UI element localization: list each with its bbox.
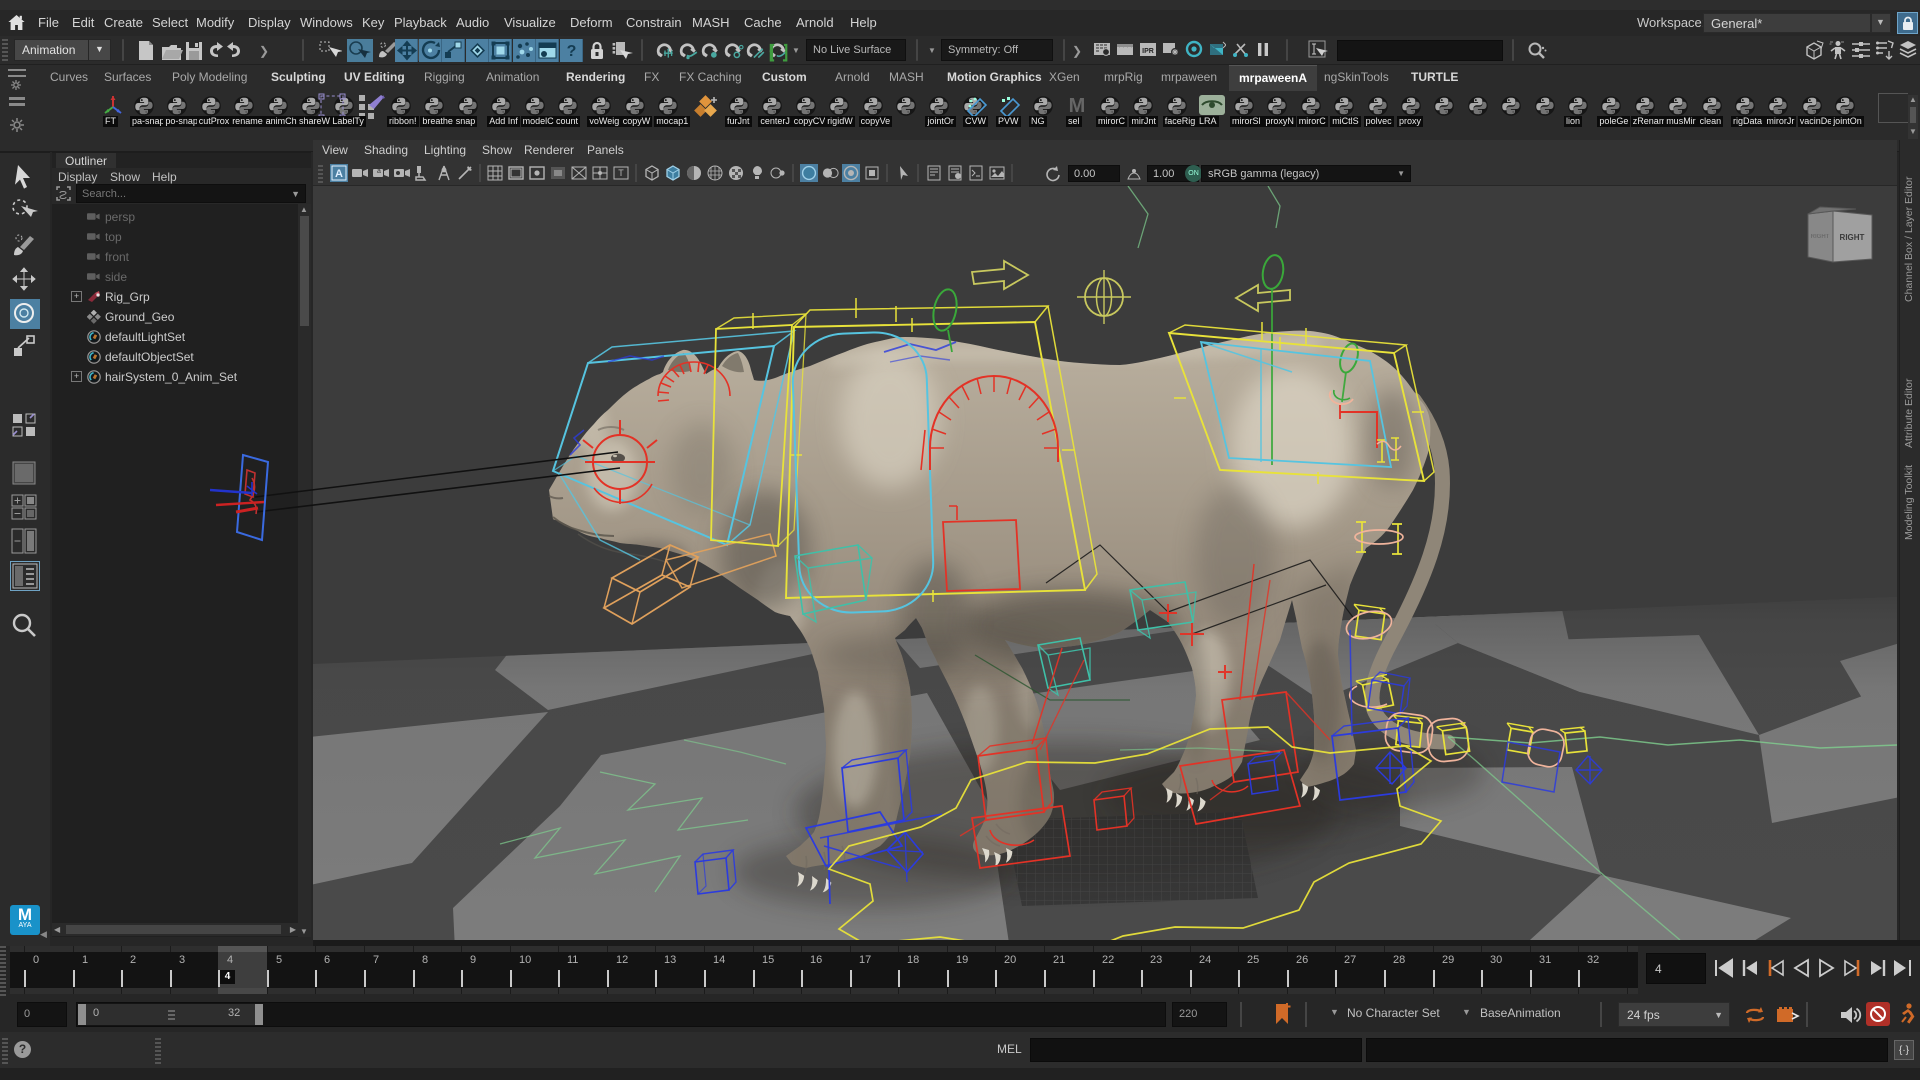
svg-text:IPR: IPR [1142, 48, 1154, 55]
svg-text:A: A [335, 168, 343, 180]
svg-text:?: ? [566, 43, 576, 60]
svg-text:RIGHT: RIGHT [1840, 233, 1865, 242]
svg-text:T: T [618, 168, 624, 178]
svg-text:a: a [377, 168, 381, 175]
svg-text:RIGHT: RIGHT [1811, 234, 1830, 240]
